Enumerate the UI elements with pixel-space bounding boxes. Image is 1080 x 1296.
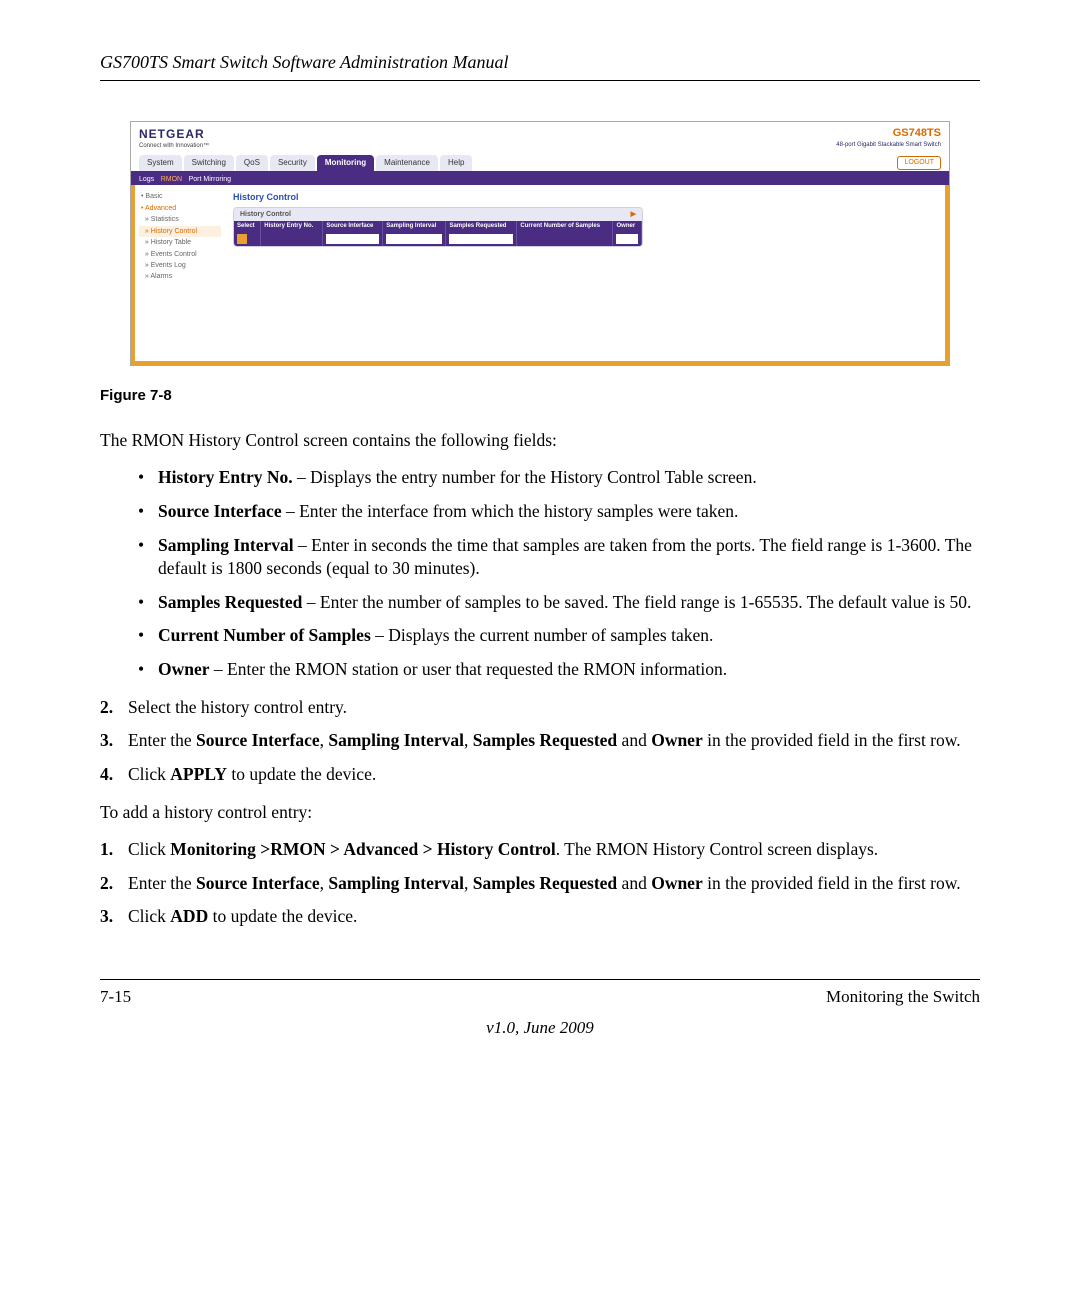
- tab-security[interactable]: Security: [270, 155, 315, 172]
- tab-switching[interactable]: Switching: [184, 155, 234, 172]
- page-number: 7-15: [100, 986, 131, 1009]
- tab-monitoring[interactable]: Monitoring: [317, 155, 374, 172]
- tab-maintenance[interactable]: Maintenance: [376, 155, 438, 172]
- cell-owner[interactable]: [613, 232, 642, 246]
- panel-title: History Control: [240, 210, 291, 219]
- step-3: 3.Enter the Source Interface, Sampling I…: [100, 729, 980, 753]
- tab-system[interactable]: System: [139, 155, 182, 172]
- side-history-control[interactable]: » History Control: [139, 226, 221, 237]
- footer-row: 7-15 Monitoring the Switch: [100, 980, 980, 1009]
- add-intro: To add a history control entry:: [100, 801, 980, 825]
- tab-help[interactable]: Help: [440, 155, 472, 172]
- sub-tabs: Logs RMON Port Mirroring: [131, 171, 949, 185]
- netgear-logo: NETGEAR: [139, 126, 209, 142]
- field-samples-requested: Samples Requested – Enter the number of …: [100, 591, 980, 615]
- panel-header: History Control ▶: [234, 208, 642, 221]
- side-events-control[interactable]: » Events Control: [139, 249, 221, 260]
- cell-source-interface[interactable]: [323, 232, 383, 246]
- subtab-rmon[interactable]: RMON: [161, 176, 182, 183]
- cell-current-samples: [517, 232, 613, 246]
- sidebar: • Basic • Advanced » Statistics » Histor…: [135, 185, 225, 361]
- th-entry-no: History Entry No.: [261, 221, 323, 232]
- subtab-logs[interactable]: Logs: [139, 176, 154, 183]
- side-statistics[interactable]: » Statistics: [139, 214, 221, 225]
- fields-list: History Entry No. – Displays the entry n…: [100, 466, 980, 681]
- brand-tagline: Connect with Innovation™: [139, 142, 209, 150]
- ss-model: GS748TS 48-port Gigabit Stackable Smart …: [836, 126, 941, 149]
- intro-paragraph: The RMON History Control screen contains…: [100, 429, 980, 453]
- side-history-table[interactable]: » History Table: [139, 237, 221, 248]
- table-input-row: [234, 232, 642, 246]
- ui-screenshot: NETGEAR Connect with Innovation™ GS748TS…: [130, 121, 950, 366]
- cell-sampling-interval[interactable]: [383, 232, 446, 246]
- cell-entry-no[interactable]: [261, 232, 323, 246]
- side-events-log[interactable]: » Events Log: [139, 260, 221, 271]
- figure-caption: Figure 7-8: [100, 386, 980, 406]
- field-source-interface: Source Interface – Enter the interface f…: [100, 500, 980, 524]
- field-owner: Owner – Enter the RMON station or user t…: [100, 658, 980, 682]
- add-step-1: 1.Click Monitoring >RMON > Advanced > Hi…: [100, 838, 980, 862]
- step-2: 2.Select the history control entry.: [100, 696, 980, 720]
- table-header-row: Select History Entry No. Source Interfac…: [234, 221, 642, 232]
- history-control-table: Select History Entry No. Source Interfac…: [234, 221, 642, 246]
- ss-brand: NETGEAR Connect with Innovation™: [139, 126, 209, 150]
- subtab-port-mirroring[interactable]: Port Mirroring: [189, 176, 231, 183]
- section-title: History Control: [233, 191, 937, 203]
- th-current-samples: Current Number of Samples: [517, 221, 613, 232]
- panel-arrow-icon[interactable]: ▶: [631, 210, 636, 219]
- add-step-3: 3.Click ADD to update the device.: [100, 905, 980, 929]
- logout-button[interactable]: LOGOUT: [897, 156, 941, 169]
- th-samples-requested: Samples Requested: [446, 221, 517, 232]
- field-history-entry: History Entry No. – Displays the entry n…: [100, 466, 980, 490]
- side-advanced[interactable]: • Advanced: [139, 203, 221, 214]
- th-select: Select: [234, 221, 261, 232]
- page-header-title: GS700TS Smart Switch Software Administra…: [100, 50, 980, 74]
- cell-select[interactable]: [234, 232, 261, 246]
- header-rule: [100, 80, 980, 81]
- steps-modify: 2.Select the history control entry. 3.En…: [100, 696, 980, 787]
- th-owner: Owner: [613, 221, 642, 232]
- history-control-panel: History Control ▶ Select History Entry N…: [233, 207, 643, 247]
- model-tagline: 48-port Gigabit Stackable Smart Switch: [836, 141, 941, 149]
- field-sampling-interval: Sampling Interval – Enter in seconds the…: [100, 534, 980, 581]
- step-4: 4.Click APPLY to update the device.: [100, 763, 980, 787]
- th-source-interface: Source Interface: [323, 221, 383, 232]
- model-name: GS748TS: [836, 126, 941, 141]
- figure-screenshot: NETGEAR Connect with Innovation™ GS748TS…: [130, 121, 950, 366]
- tab-qos[interactable]: QoS: [236, 155, 268, 172]
- add-step-2: 2.Enter the Source Interface, Sampling I…: [100, 872, 980, 896]
- ss-main: History Control History Control ▶ Select…: [225, 185, 945, 361]
- ss-topbar: NETGEAR Connect with Innovation™ GS748TS…: [131, 122, 949, 152]
- main-tabs: System Switching QoS Security Monitoring…: [131, 153, 949, 172]
- ss-body: • Basic • Advanced » Statistics » Histor…: [131, 185, 949, 365]
- cell-samples-requested[interactable]: [446, 232, 517, 246]
- side-basic[interactable]: • Basic: [139, 191, 221, 202]
- field-current-samples: Current Number of Samples – Displays the…: [100, 624, 980, 648]
- footer-version: v1.0, June 2009: [100, 1017, 980, 1040]
- steps-add: 1.Click Monitoring >RMON > Advanced > Hi…: [100, 838, 980, 929]
- side-alarms[interactable]: » Alarms: [139, 271, 221, 282]
- section-name: Monitoring the Switch: [826, 986, 980, 1009]
- th-sampling-interval: Sampling Interval: [383, 221, 446, 232]
